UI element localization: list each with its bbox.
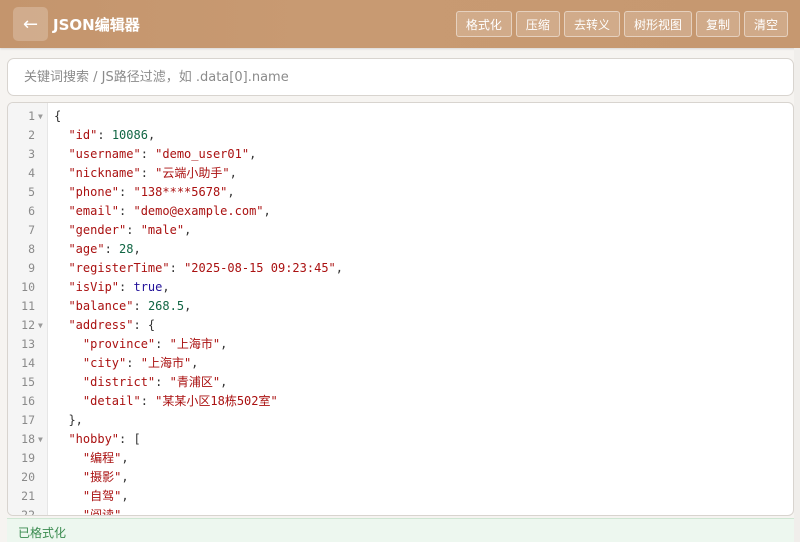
fold-toggle-icon[interactable]: ▼ <box>38 316 43 335</box>
code-line: 7 "gender": "male", <box>8 221 793 240</box>
line-number: 18 <box>21 432 35 446</box>
code-editor[interactable]: 1 ▼{2 "id": 10086, 3 "username": "demo_use… <box>7 102 794 516</box>
code-line: 5 "phone": "138****5678", <box>8 183 793 202</box>
window-edge <box>794 48 800 542</box>
line-number: 16 <box>21 394 35 408</box>
tree-view-button[interactable]: 树形视图 <box>623 11 692 37</box>
line-number: 19 <box>21 451 35 465</box>
code-text: "province": "上海市", <box>82 337 228 351</box>
line-number: 11 <box>21 299 35 313</box>
format-button[interactable]: 格式化 <box>455 11 512 37</box>
code-text: }, <box>54 413 83 427</box>
search-input[interactable] <box>8 59 793 95</box>
copy-button[interactable]: 复制 <box>695 11 740 37</box>
line-number: 13 <box>21 337 35 351</box>
line-number: 3 <box>28 147 35 161</box>
code-line: 22 "阅读", <box>8 506 793 516</box>
compress-button[interactable]: 压缩 <box>515 11 560 37</box>
toolbar: 格式化 压缩 去转义 树形视图 复制 清空 <box>455 11 788 37</box>
status-text: 已格式化 <box>18 526 67 540</box>
header-bar: ← JSON编辑器 格式化 压缩 去转义 树形视图 复制 清空 <box>0 0 800 48</box>
code-line: 8 "age": 28, <box>8 240 793 259</box>
code-line: 21 "自驾", <box>8 487 793 506</box>
code-line: 6 "email": "demo@example.com", <box>8 202 793 221</box>
status-bar: 已格式化 <box>7 518 794 542</box>
code-line: 9 "registerTime": "2025-08-15 09:23:45", <box>8 259 793 278</box>
search-box <box>7 58 794 96</box>
back-button[interactable]: ← <box>13 7 48 41</box>
code-text: "email": "demo@example.com", <box>68 204 271 218</box>
code-line: 10 "isVip": true, <box>8 278 793 297</box>
code-line: 4 "nickname": "云端小助手", <box>8 164 793 183</box>
code-text: "阅读", <box>82 508 129 516</box>
code-text: "hobby": [ <box>68 432 141 446</box>
line-number: 8 <box>28 242 35 256</box>
back-arrow-icon: ← <box>22 13 39 35</box>
line-number: 21 <box>21 489 35 503</box>
code-text: "district": "青浦区", <box>82 375 228 389</box>
code-text: "nickname": "云端小助手", <box>68 166 237 180</box>
line-number: 4 <box>28 166 35 180</box>
line-number: 10 <box>21 280 35 294</box>
code-text: "自驾", <box>82 489 129 503</box>
line-number: 14 <box>21 356 35 370</box>
page-title: JSON编辑器 <box>53 16 140 34</box>
line-number: 9 <box>28 261 35 275</box>
code-text: "detail": "某某小区18栋502室" <box>82 394 278 408</box>
code-text: "balance": 268.5, <box>68 299 192 313</box>
code-line: 2 "id": 10086, <box>8 126 793 145</box>
code-line: 3 "username": "demo_user01", <box>8 145 793 164</box>
code-text: "编程", <box>82 451 129 465</box>
code-line: 20 "摄影", <box>8 468 793 487</box>
code-line: 11 "balance": 268.5, <box>8 297 793 316</box>
line-number: 20 <box>21 470 35 484</box>
code-text: "address": { <box>68 318 156 332</box>
code-text: "gender": "male", <box>68 223 192 237</box>
code-text: "username": "demo_user01", <box>68 147 257 161</box>
code-line: 14 "city": "上海市", <box>8 354 793 373</box>
fold-toggle-icon[interactable]: ▼ <box>38 107 43 126</box>
line-number: 15 <box>21 375 35 389</box>
code-line: 18 ▼ "hobby": [ <box>8 430 793 449</box>
code-line: 19 "编程", <box>8 449 793 468</box>
line-number: 7 <box>28 223 35 237</box>
code-line: 13 "province": "上海市", <box>8 335 793 354</box>
code-text: "age": 28, <box>68 242 141 256</box>
line-number: 12 <box>21 318 35 332</box>
json-editor-app: ← JSON编辑器 格式化 压缩 去转义 树形视图 复制 清空 1▼{2 "id… <box>0 0 800 542</box>
clear-button[interactable]: 清空 <box>743 11 788 37</box>
line-number: 1 <box>28 109 35 123</box>
code-line: 12 ▼ "address": { <box>8 316 793 335</box>
code-text: "phone": "138****5678", <box>68 185 235 199</box>
code-text: "registerTime": "2025-08-15 09:23:45", <box>68 261 344 275</box>
line-number: 6 <box>28 204 35 218</box>
code-text: "id": 10086, <box>68 128 156 142</box>
code-line: 15 "district": "青浦区", <box>8 373 793 392</box>
code-text: "city": "上海市", <box>82 356 199 370</box>
unescape-button[interactable]: 去转义 <box>563 11 620 37</box>
line-number: 22 <box>21 508 35 516</box>
code-text: "isVip": true, <box>68 280 170 294</box>
fold-toggle-icon[interactable]: ▼ <box>38 430 43 449</box>
code-text: { <box>54 109 62 123</box>
line-number: 2 <box>28 128 35 142</box>
code-line: 16 "detail": "某某小区18栋502室" <box>8 392 793 411</box>
code-line: 17 }, <box>8 411 793 430</box>
code-line: 1 ▼ { <box>8 107 793 126</box>
code-text: "摄影", <box>82 470 129 484</box>
line-number: 17 <box>21 413 35 427</box>
line-number: 5 <box>28 185 35 199</box>
